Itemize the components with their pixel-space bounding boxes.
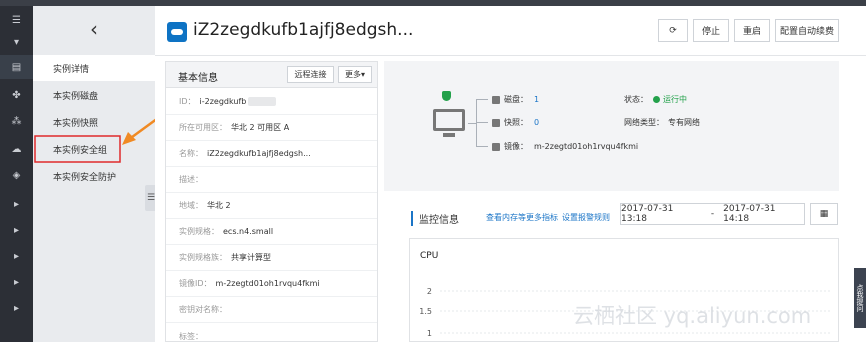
restart-button[interactable]: 重启 <box>734 19 770 42</box>
y-tick-label: 2 <box>427 287 432 296</box>
instance-topology-card: 磁盘： 1 快照： 0 镜像： m-2zegtd01oh1rvqu4fkmi 状… <box>384 61 839 191</box>
info-key: 地域： <box>179 201 203 210</box>
info-row-keypair: 密钥对名称： <box>166 297 377 323</box>
remote-connect-button[interactable]: 远程连接 <box>287 66 334 83</box>
page-title: iZ2zegdkufb1ajfj8edgsh... <box>193 20 414 40</box>
date-range-picker[interactable]: 2017-07-31 13:18 - 2017-07-31 14:18 <box>620 203 805 225</box>
info-value: 华北 2 可用区 A <box>231 123 290 132</box>
info-value: ecs.n4.small <box>223 227 274 236</box>
info-value: 华北 2 <box>207 201 231 210</box>
more-metrics-link[interactable]: 查看内存等更多指标 <box>486 212 558 223</box>
basic-info-panel: 基本信息 远程连接 更多▾ ID： i-2zegdkufb 所在可用区： 华北 2 … <box>165 61 378 342</box>
snapshot-count-link[interactable]: 0 <box>534 118 539 127</box>
image-info: 镜像： m-2zegtd01oh1rvqu4fkmi <box>492 141 638 152</box>
info-value: 共享计算型 <box>231 253 271 262</box>
network-type-label: 网络类型： <box>624 118 664 127</box>
stop-button[interactable]: 停止 <box>693 19 729 42</box>
calendar-icon[interactable]: ▦ <box>810 203 838 225</box>
info-key: 镜像ID： <box>179 279 212 288</box>
monitor-stand <box>443 133 455 137</box>
status-value: 运行中 <box>663 95 687 104</box>
info-key: 所在可用区： <box>179 123 227 132</box>
y-tick-label: 1 <box>427 329 432 338</box>
alert-rules-link[interactable]: 设置报警规则 <box>562 212 610 223</box>
info-row-spec: 实例规格： ecs.n4.small <box>166 219 377 245</box>
info-key: 描述： <box>179 175 203 184</box>
image-value: m-2zegtd01oh1rvqu4fkmi <box>534 142 639 151</box>
info-key: ID： <box>179 97 196 106</box>
disk-info: 磁盘： 1 <box>492 94 539 105</box>
info-value: m-2zegtd01oh1rvqu4fkmi <box>215 279 320 288</box>
info-row-zone: 所在可用区： 华北 2 可用区 A <box>166 115 377 141</box>
topology-line <box>476 99 488 100</box>
info-row-tags: 标签： <box>166 323 377 342</box>
network-type-info: 网络类型： 专有网络 <box>624 117 700 128</box>
y-tick-label: 1.5 <box>419 307 432 316</box>
info-row-image-id: 镜像ID： m-2zegtd01oh1rvqu4fkmi <box>166 271 377 297</box>
main-content: iZ2zegdkufb1ajfj8edgsh... ⟳ 停止 重启 配置自动续费… <box>155 6 866 342</box>
image-icon <box>492 142 500 151</box>
info-row-region: 地域： 华北 2 <box>166 193 377 219</box>
refresh-button[interactable]: ⟳ <box>658 19 688 42</box>
snapshot-icon <box>492 118 500 127</box>
info-key: 密钥对名称： <box>179 305 227 314</box>
basic-info-header: 基本信息 远程连接 更多▾ <box>166 62 377 88</box>
info-row-spec-family: 实例规格族： 共享计算型 <box>166 245 377 271</box>
network-type-value: 专有网络 <box>668 118 700 127</box>
basic-info-title: 基本信息 <box>178 73 218 84</box>
more-dropdown-button[interactable]: 更多▾ <box>338 66 372 83</box>
status-info: 状态： 运行中 <box>624 94 687 105</box>
redacted-text <box>248 97 277 106</box>
snapshot-info: 快照： 0 <box>492 117 539 128</box>
auto-renew-button[interactable]: 配置自动续费 <box>775 19 839 42</box>
info-row-id: ID： i-2zegdkufb <box>166 89 377 115</box>
topology-line <box>476 122 488 123</box>
page-header: iZ2zegdkufb1ajfj8edgsh... ⟳ 停止 重启 配置自动续费 <box>155 6 866 56</box>
date-separator: - <box>710 209 715 219</box>
date-end: 2017-07-31 14:18 <box>723 204 776 224</box>
info-row-name: 名称： iZ2zegdkufb1ajfj8edgsh... <box>166 141 377 167</box>
monitor-icon <box>433 109 465 131</box>
instance-cloud-icon <box>167 22 187 42</box>
info-value: i-2zegdkufb <box>199 97 247 106</box>
monitor-title: 监控信息 <box>411 211 459 226</box>
info-key: 名称： <box>179 149 203 158</box>
feedback-tab[interactable]: 点我提问 <box>854 268 866 328</box>
topology-line <box>476 146 488 147</box>
highlight-box <box>34 135 121 163</box>
disk-count-link[interactable]: 1 <box>534 95 539 104</box>
info-key: 实例规格族： <box>179 253 227 262</box>
image-label: 镜像： <box>504 142 528 151</box>
snapshot-label: 快照： <box>504 118 528 127</box>
status-label: 状态： <box>624 95 648 104</box>
info-value: iZ2zegdkufb1ajfj8edgsh... <box>207 149 311 158</box>
shield-icon <box>442 91 451 101</box>
annotation-arrowhead <box>122 132 136 145</box>
info-key: 标签： <box>179 331 203 341</box>
disk-label: 磁盘： <box>504 95 528 104</box>
topology-line <box>468 123 477 124</box>
info-key: 实例规格： <box>179 227 219 236</box>
cpu-chart: CPU 2 1.5 1 <box>409 238 839 342</box>
cpu-chart-svg: 21.51 <box>419 287 830 338</box>
disk-icon <box>492 95 500 104</box>
info-row-description: 描述： <box>166 167 377 193</box>
date-start: 2017-07-31 13:18 <box>621 204 674 224</box>
running-status-icon <box>653 96 660 103</box>
